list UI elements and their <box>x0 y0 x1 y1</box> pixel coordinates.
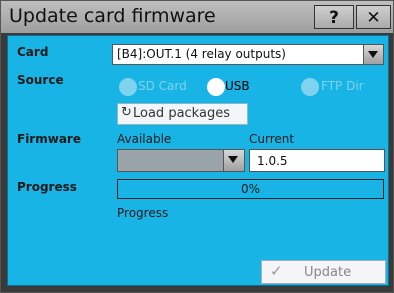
load-packages-label: Load packages <box>133 106 230 121</box>
load-packages-button[interactable]: ↻ Load packages <box>117 103 248 125</box>
title-bar[interactable]: Update card firmware ? ✕ <box>1 1 393 33</box>
current-firmware-field: 1.0.5 <box>249 149 385 172</box>
firmware-label: Firmware <box>17 132 81 146</box>
progress-percent: 0% <box>240 182 261 196</box>
available-firmware-select[interactable] <box>117 149 245 172</box>
radio-usb-label: USB <box>225 79 250 93</box>
radio-ftp-dir-label: FTP Dir <box>321 79 364 93</box>
progress-label: Progress <box>17 180 77 194</box>
radio-usb[interactable] <box>207 78 225 96</box>
current-firmware-value: 1.0.5 <box>257 154 288 168</box>
chevron-down-icon[interactable] <box>363 45 383 64</box>
radio-sd-card[interactable] <box>119 78 137 96</box>
chevron-down-icon[interactable] <box>223 150 244 171</box>
current-label: Current <box>249 132 295 146</box>
radio-sd-card-label: SD Card <box>138 79 187 93</box>
card-select-value: [B4]:OUT.1 (4 relay outputs) <box>117 47 286 61</box>
card-select[interactable]: [B4]:OUT.1 (4 relay outputs) <box>112 44 384 65</box>
dialog-title: Update card firmware <box>9 5 216 27</box>
update-label: Update <box>304 265 352 280</box>
refresh-icon: ↻ <box>121 105 132 120</box>
available-label: Available <box>117 132 172 146</box>
progress-status: Progress <box>117 206 169 220</box>
close-button[interactable]: ✕ <box>356 5 391 29</box>
check-icon: ✓ <box>270 262 283 280</box>
source-label: Source <box>17 73 64 87</box>
radio-ftp-dir[interactable] <box>301 78 319 96</box>
progress-bar: 0% <box>117 179 384 199</box>
update-button[interactable]: ✓ Update <box>261 260 386 284</box>
dialog-body: Card [B4]:OUT.1 (4 relay outputs) Source… <box>7 35 389 286</box>
card-label: Card <box>17 45 49 59</box>
update-firmware-dialog: Update card firmware ? ✕ Card [B4]:OUT.1… <box>0 0 394 293</box>
help-button[interactable]: ? <box>314 5 354 29</box>
